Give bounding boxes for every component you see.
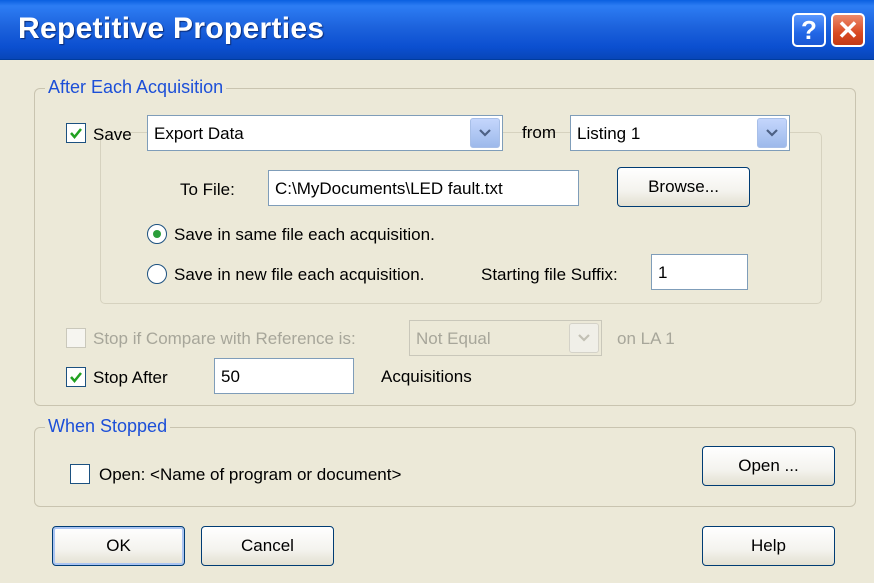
radio-dot	[153, 230, 161, 238]
ok-button[interactable]: OK	[52, 526, 185, 566]
acquisitions-label: Acquisitions	[381, 367, 472, 386]
when-stopped-legend: When Stopped	[45, 416, 171, 437]
starting-suffix-input[interactable]: 1	[651, 254, 748, 290]
starting-suffix-value: 1	[658, 263, 668, 282]
same-file-label: Save in same file each acquisition.	[174, 225, 435, 244]
chevron-down-icon[interactable]	[569, 323, 599, 353]
stop-after-label: Stop After	[93, 368, 168, 387]
dialog-window: { "window": { "title": "Repetitive Prope…	[0, 0, 874, 583]
new-file-label: Save in new file each acquisition.	[174, 265, 425, 284]
open-button[interactable]: Open ...	[702, 446, 835, 486]
after-each-acquisition-legend: After Each Acquisition	[45, 77, 227, 98]
save-checkbox[interactable]	[66, 123, 86, 143]
file-path-value: C:\MyDocuments\LED fault.txt	[275, 179, 503, 198]
save-type-dropdown[interactable]: Export Data	[147, 115, 503, 151]
chevron-down-icon[interactable]	[757, 118, 787, 148]
open-label: Open: <Name of program or document>	[99, 465, 402, 484]
close-icon[interactable]: ✕	[831, 13, 865, 47]
stop-after-checkbox[interactable]	[66, 367, 86, 387]
help-button[interactable]: Help	[702, 526, 835, 566]
file-path-input[interactable]: C:\MyDocuments\LED fault.txt	[268, 170, 579, 206]
starting-suffix-label: Starting file Suffix:	[481, 265, 618, 284]
window-title: Repetitive Properties	[18, 12, 325, 45]
stop-after-count-input[interactable]: 50	[214, 358, 354, 394]
to-file-label: To File:	[180, 180, 235, 199]
check-mark-icon	[70, 128, 82, 139]
save-type-value: Export Data	[154, 124, 244, 143]
chevron-down-icon[interactable]	[470, 118, 500, 148]
title-bar: Repetitive Properties ? ✕	[0, 0, 874, 60]
stop-compare-label: Stop if Compare with Reference is:	[93, 329, 356, 348]
cancel-button[interactable]: Cancel	[201, 526, 334, 566]
from-source-value: Listing 1	[577, 124, 641, 143]
compare-dropdown[interactable]: Not Equal	[409, 320, 602, 356]
help-icon[interactable]: ?	[792, 13, 826, 47]
save-label: Save	[93, 125, 132, 144]
open-checkbox[interactable]	[70, 464, 90, 484]
stop-compare-checkbox[interactable]	[66, 328, 86, 348]
from-source-dropdown[interactable]: Listing 1	[570, 115, 790, 151]
compare-value: Not Equal	[416, 329, 491, 348]
browse-button[interactable]: Browse...	[617, 167, 750, 207]
check-mark-icon	[70, 372, 82, 383]
stop-after-count-value: 50	[221, 367, 240, 386]
compare-target-label: on LA 1	[617, 329, 675, 348]
from-label: from	[522, 123, 556, 142]
new-file-radio[interactable]	[147, 264, 167, 284]
same-file-radio[interactable]	[147, 224, 167, 244]
